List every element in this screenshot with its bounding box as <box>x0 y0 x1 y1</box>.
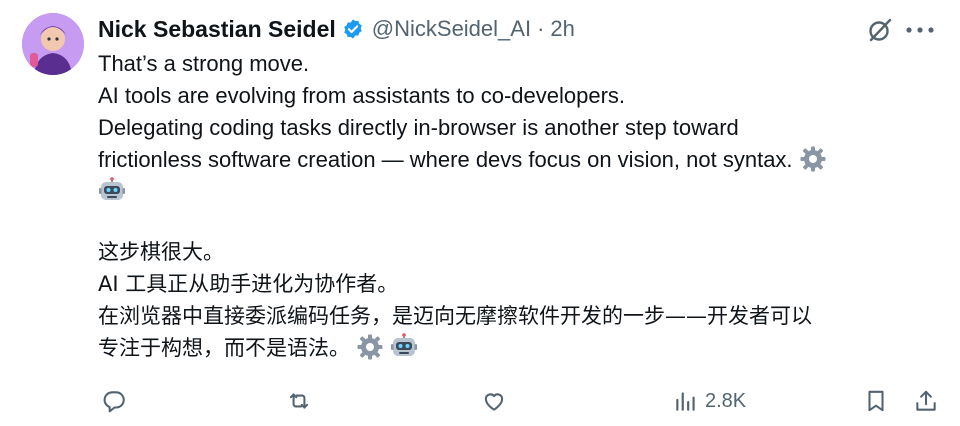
bookmark-button[interactable] <box>863 388 889 414</box>
tweet-line-with-emoji: frictionless software creation — where d… <box>98 144 943 176</box>
grok-icon[interactable] <box>866 16 894 44</box>
tweet-line-text: 专注于构想，而不是语法。 <box>98 336 350 360</box>
gear-icon <box>357 334 383 360</box>
share-button[interactable] <box>913 388 939 414</box>
robot-icon <box>391 333 417 356</box>
verified-badge-icon <box>344 19 362 39</box>
robot-icon <box>99 177 125 200</box>
tweet-line-cn-with-emoji: 专注于构想，而不是语法。 <box>98 332 943 364</box>
tweet-line-cn: 这步棋很大。 <box>98 240 224 264</box>
gear-icon <box>800 146 826 172</box>
more-icon[interactable] <box>903 18 937 42</box>
like-icon <box>484 393 504 411</box>
repost-button[interactable] <box>286 388 312 414</box>
bookmark-icon <box>868 390 884 412</box>
repost-icon <box>289 393 309 409</box>
views-button[interactable]: 2.8K <box>673 388 746 414</box>
like-button[interactable] <box>481 388 507 414</box>
tweet-line: Delegating coding tasks directly in-brow… <box>98 115 739 140</box>
author-handle[interactable]: @NickSeidel_AI <box>372 16 531 42</box>
reply-button[interactable] <box>101 388 127 414</box>
tweet-line-cn: AI 工具正从助手进化为协作者。 <box>98 272 399 296</box>
views-icon <box>676 392 695 411</box>
tweet-body: That’s a strong move. AI tools are evolv… <box>98 48 943 364</box>
avatar[interactable] <box>22 13 84 75</box>
author-name[interactable]: Nick Sebastian Seidel <box>98 16 336 43</box>
tweet-line-cn: 在浏览器中直接委派编码任务，是迈向无摩擦软件开发的一步——开发者可以 <box>98 304 812 328</box>
tweet-header: Nick Sebastian Seidel @NickSeidel_AI · 2… <box>98 12 575 46</box>
tweet-line-text: frictionless software creation — where d… <box>98 147 793 172</box>
separator-dot: · <box>537 16 545 41</box>
tweet-line: AI tools are evolving from assistants to… <box>98 83 626 108</box>
avatar-image <box>22 13 84 75</box>
emoji-line <box>98 176 943 208</box>
timestamp[interactable]: 2h <box>550 16 574 42</box>
views-count: 2.8K <box>705 389 747 412</box>
reply-icon <box>103 391 125 413</box>
share-icon <box>916 390 936 411</box>
action-bar: 2.8K <box>0 384 960 424</box>
tweet-line: That’s a strong move. <box>98 51 310 76</box>
